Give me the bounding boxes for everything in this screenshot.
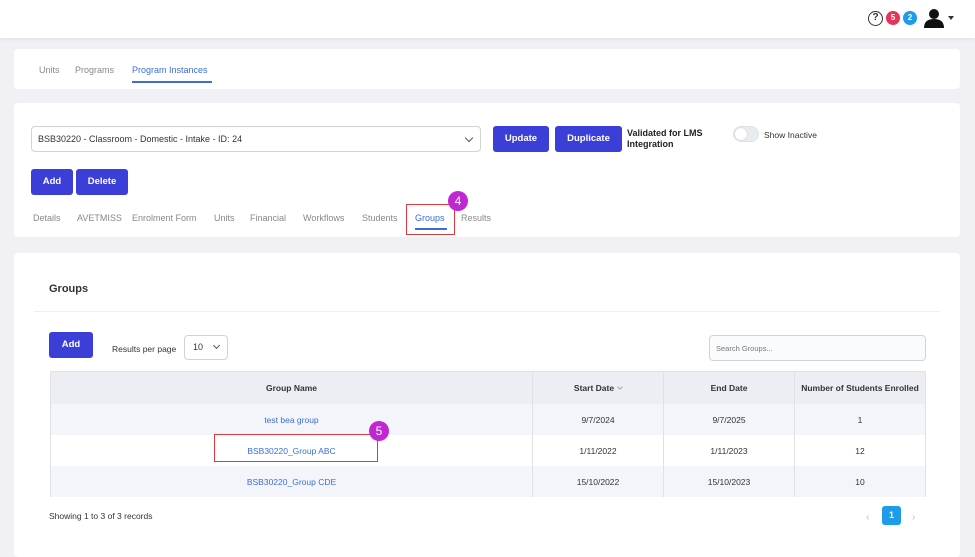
help-icon[interactable]: ? [868,11,883,26]
tab-avetmiss[interactable]: AVETMISS [77,213,122,223]
cell-end-date: 15/10/2023 [663,466,794,497]
tab-workflows[interactable]: Workflows [303,213,344,223]
cell-students-enrolled: 12 [794,435,925,466]
cell-start-date: 15/10/2022 [532,466,663,497]
groups-title: Groups [49,283,89,295]
groups-table: Group Name Start Date End Date Number of… [50,371,926,497]
tab-financial[interactable]: Financial [250,213,286,223]
program-instance-card: BSB30220 - Classroom - Domestic - Intake… [14,103,960,237]
chevron-down-icon [464,133,474,143]
cell-group-name: test bea group [51,404,532,435]
program-instance-select[interactable]: BSB30220 - Classroom - Domestic - Intake… [31,126,481,152]
chevron-down-icon [212,341,221,350]
table-header-row: Group Name Start Date End Date Number of… [51,372,925,404]
group-link[interactable]: BSB30220_Group CDE [247,477,336,487]
cell-students-enrolled: 10 [794,466,925,497]
table-row: BSB30220_Group ABC 1/11/2022 1/11/2023 1… [51,435,925,466]
nav-program-instances[interactable]: Program Instances [132,65,208,75]
tab-units[interactable]: Units [214,213,235,223]
user-icon[interactable] [923,8,945,28]
records-info: Showing 1 to 3 of 3 records [49,511,153,521]
groups-card: Groups Add Results per page 10 Group Nam… [14,253,960,557]
delete-instance-button[interactable]: Delete [76,169,128,195]
tab-students[interactable]: Students [362,213,398,223]
search-groups-input[interactable] [709,335,926,361]
pagination-page-1[interactable]: 1 [882,506,901,525]
toggle-knob [735,128,747,140]
tab-enrolment-form[interactable]: Enrolment Form [132,213,197,223]
column-header-start-date[interactable]: Start Date [532,372,663,404]
results-per-page-label: Results per page [112,344,177,354]
show-inactive-label: Show Inactive [764,130,817,140]
add-instance-button[interactable]: Add [31,169,73,195]
column-header-label: Group Name [265,383,317,393]
pagination-prev-icon[interactable]: ‹ [866,512,869,523]
top-bar: ? 5 2 [0,0,975,38]
nav-units[interactable]: Units [39,65,60,75]
cell-start-date: 9/7/2024 [532,404,663,435]
column-header-label: End Date [710,383,748,393]
cell-end-date: 1/11/2023 [663,435,794,466]
tab-results[interactable]: Results [461,213,491,223]
duplicate-button[interactable]: Duplicate [555,126,622,152]
results-per-page-select[interactable]: 10 [184,335,228,360]
sort-icon [617,383,623,390]
annotation-highlight-group-abc [214,434,378,462]
results-per-page-value: 10 [193,342,204,352]
divider [34,311,940,312]
table-row: test bea group 9/7/2024 9/7/2025 1 [51,404,925,435]
cell-end-date: 9/7/2025 [663,404,794,435]
add-group-button[interactable]: Add [49,332,93,358]
column-header-label: Number of Students Enrolled [801,383,919,393]
program-instance-select-value: BSB30220 - Classroom - Domestic - Intake… [38,134,243,144]
annotation-step-5: 5 [369,421,389,441]
annotation-highlight-groups-tab [406,204,455,235]
tab-details[interactable]: Details [33,213,61,223]
group-link[interactable]: test bea group [264,415,318,425]
breadcrumb-nav: Units Programs Program Instances [14,49,960,89]
column-header-label: Start Date [573,383,615,393]
nav-active-underline [132,81,212,83]
show-inactive-toggle[interactable] [733,126,759,142]
pagination-next-icon[interactable]: › [912,512,915,523]
nav-programs[interactable]: Programs [75,65,114,75]
cell-students-enrolled: 1 [794,404,925,435]
column-header-group-name[interactable]: Group Name [51,372,532,404]
column-header-end-date[interactable]: End Date [663,372,794,404]
table-row: BSB30220_Group CDE 15/10/2022 15/10/2023… [51,466,925,497]
column-header-students-enrolled[interactable]: Number of Students Enrolled [794,372,925,404]
notification-badge-red[interactable]: 5 [886,11,900,25]
cell-start-date: 1/11/2022 [532,435,663,466]
chevron-down-icon[interactable] [948,16,954,20]
annotation-step-4: 4 [448,191,468,211]
cell-group-name: BSB30220_Group CDE [51,466,532,497]
lms-validated-label: Validated for LMS Integration [627,128,703,149]
update-button[interactable]: Update [493,126,549,152]
notification-badge-blue[interactable]: 2 [903,11,917,25]
